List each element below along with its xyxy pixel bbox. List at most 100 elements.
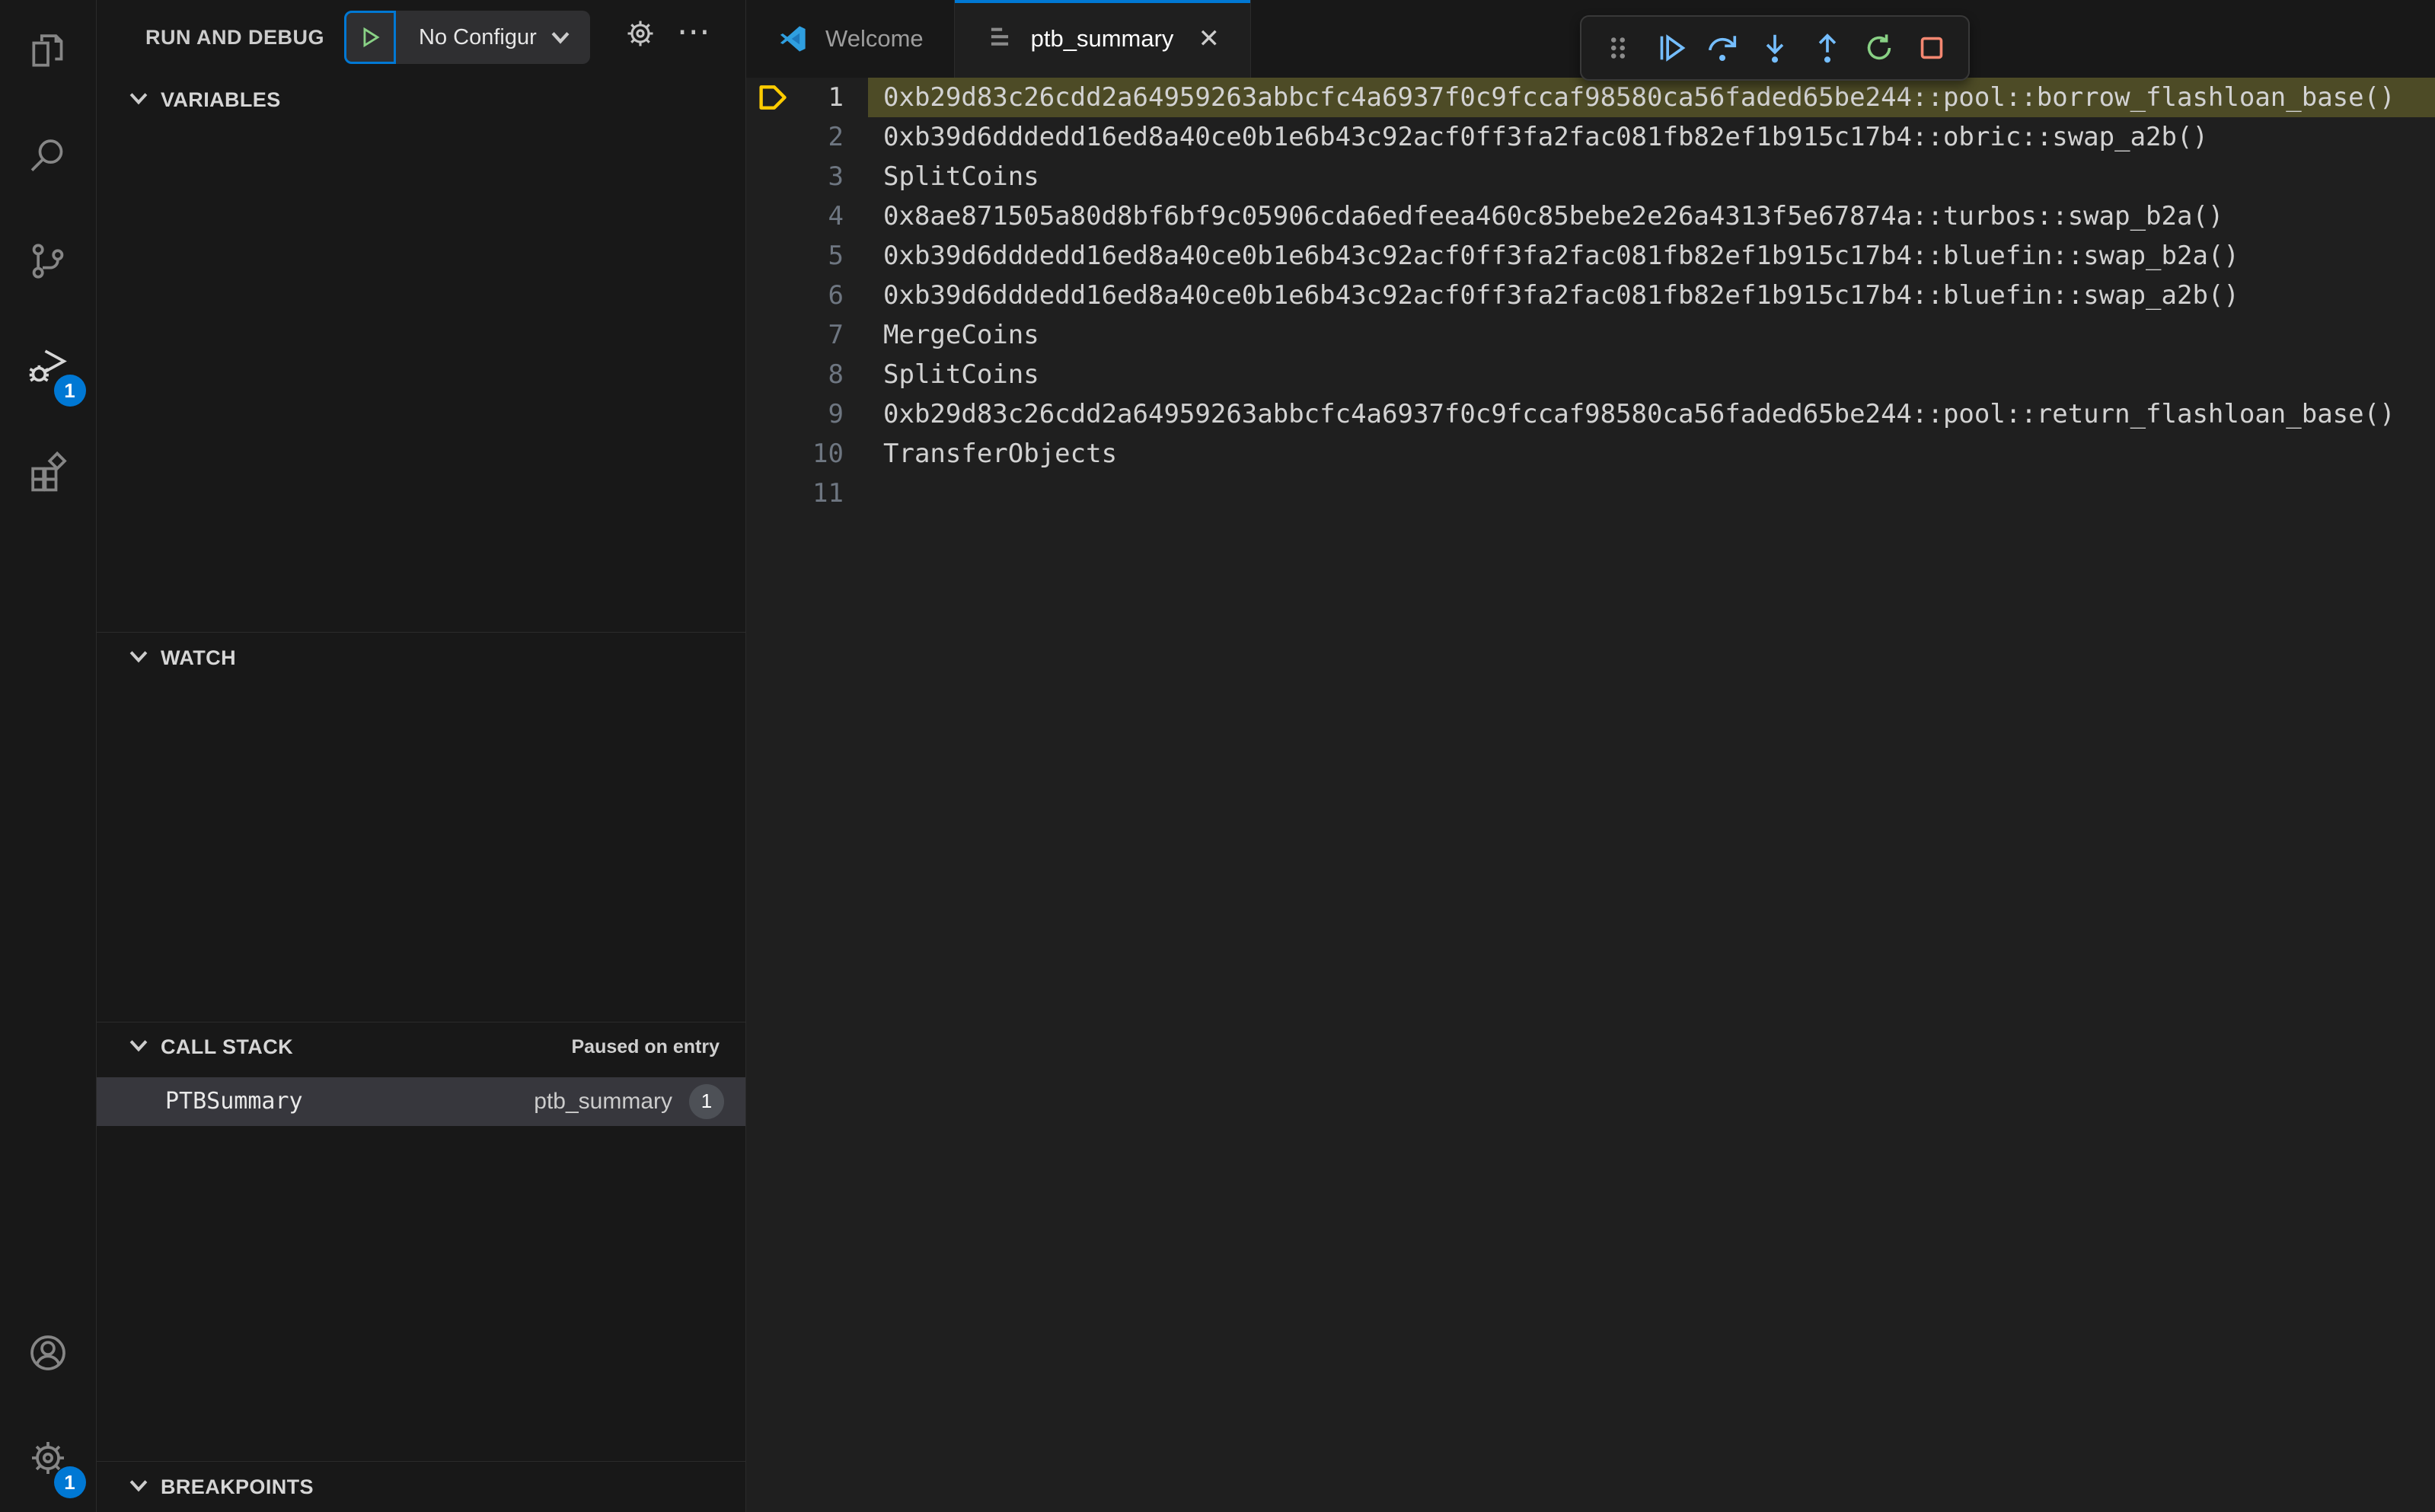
vscode-logo-icon [777, 23, 809, 55]
gutter[interactable]: 4 [746, 196, 868, 236]
accounts-button[interactable] [0, 1302, 97, 1407]
gutter[interactable]: 5 [746, 236, 868, 276]
list-file-icon [985, 23, 1014, 56]
launch-configuration-control: No Configur [344, 11, 590, 65]
code-line-7: 7 MergeCoins [746, 315, 2435, 355]
gutter[interactable]: 10 [746, 434, 868, 474]
tab-ptb-summary[interactable]: ptb_summary ✕ [954, 0, 1251, 78]
configuration-dropdown[interactable]: No Configur [396, 11, 590, 64]
code-line-10: 10 TransferObjects [746, 434, 2435, 474]
extensions-icon [27, 450, 69, 496]
sidebar-item-extensions[interactable] [0, 420, 97, 525]
watch-section: WATCH [97, 632, 745, 1022]
breakpoints-section: BREAKPOINTS [97, 1461, 745, 1512]
account-icon [27, 1332, 69, 1378]
more-actions-button[interactable]: ⋯ [677, 15, 710, 58]
code-line-text[interactable]: SplitCoins [868, 157, 2435, 196]
watch-section-header[interactable]: WATCH [97, 633, 745, 683]
gutter[interactable]: 9 [746, 394, 868, 434]
breakpoints-label: BREAKPOINTS [161, 1475, 314, 1498]
sidebar-item-search[interactable] [0, 105, 97, 210]
continue-button[interactable] [1648, 26, 1693, 70]
line-number: 9 [828, 399, 844, 429]
breakpoints-section-header[interactable]: BREAKPOINTS [97, 1462, 745, 1512]
configuration-dropdown-label: No Configur [419, 24, 537, 49]
play-icon [363, 27, 380, 48]
sidebar-item-explorer[interactable] [0, 0, 97, 105]
line-number: 3 [828, 161, 844, 192]
code-line-8: 8 SplitCoins [746, 355, 2435, 394]
close-icon[interactable]: ✕ [1198, 24, 1220, 54]
gutter[interactable]: 8 [746, 355, 868, 394]
gutter[interactable]: 1 [746, 78, 868, 117]
toolbar-drag-grip[interactable] [1596, 26, 1640, 70]
sidebar-item-run-and-debug[interactable]: 1 [0, 315, 97, 420]
line-number: 10 [812, 439, 844, 469]
step-out-button[interactable] [1805, 26, 1849, 70]
call-stack-section: CALL STACK Paused on entry PTBSummary pt… [97, 1021, 745, 1461]
tab-ptb-summary-label: ptb_summary [1030, 25, 1174, 52]
activity-bar: 1 1 [0, 0, 97, 1512]
chevron-down-icon [129, 1038, 148, 1056]
step-into-button[interactable] [1753, 26, 1797, 70]
search-icon [27, 135, 69, 181]
sidebar-item-source-control[interactable] [0, 210, 97, 315]
chevron-down-icon [129, 91, 148, 109]
restart-button[interactable] [1857, 26, 1901, 70]
line-number: 5 [828, 241, 844, 271]
call-stack-section-header[interactable]: CALL STACK Paused on entry [97, 1022, 745, 1073]
debug-count-badge: 1 [53, 375, 86, 407]
frame-line-badge: 1 [689, 1083, 724, 1119]
code-line-text[interactable]: 0xb39d6dddedd16ed8a40ce0b1e6b43c92acf0ff… [868, 117, 2435, 157]
gutter[interactable]: 11 [746, 474, 868, 513]
code-line-text[interactable]: 0xb39d6dddedd16ed8a40ce0b1e6b43c92acf0ff… [868, 236, 2435, 276]
line-number: 2 [828, 122, 844, 152]
call-stack-frame-row[interactable]: PTBSummary ptb_summary 1 [97, 1077, 745, 1126]
stop-button[interactable] [1910, 26, 1954, 70]
gutter[interactable]: 6 [746, 276, 868, 315]
code-line-9: 9 0xb29d83c26cdd2a64959263abbcfc4a6937f0… [746, 394, 2435, 434]
paused-status-text: Paused on entry [571, 1036, 720, 1058]
editor-group: Welcome ptb_summary ✕ 1 0xb29d83c26cdd2a… [746, 0, 2435, 1512]
tab-welcome-label: Welcome [825, 25, 924, 52]
gutter[interactable]: 7 [746, 315, 868, 355]
code-line-3: 3 SplitCoins [746, 157, 2435, 196]
code-line-text[interactable]: 0x8ae871505a80d8bf6bf9c05906cda6edfeea46… [868, 196, 2435, 236]
gear-icon [627, 21, 653, 46]
manage-button[interactable]: 1 [0, 1407, 97, 1512]
files-icon [27, 30, 69, 76]
activity-bar-bottom: 1 [0, 1302, 97, 1512]
vscode-window: 1 1 RUN AND DEBUG No Configur ⋯ VARIABLE… [0, 0, 2435, 1512]
sidebar-title: RUN AND DEBUG [145, 25, 324, 49]
code-editor: 1 0xb29d83c26cdd2a64959263abbcfc4a6937f0… [746, 78, 2435, 1512]
run-and-debug-sidebar: RUN AND DEBUG No Configur ⋯ VARIABLES WA… [97, 0, 746, 1512]
frame-meta: ptb_summary 1 [534, 1083, 724, 1119]
tab-welcome[interactable]: Welcome [746, 0, 955, 78]
code-line-11: 11 [746, 474, 2435, 513]
code-line-text[interactable]: MergeCoins [868, 315, 2435, 355]
start-debugging-button[interactable] [344, 11, 396, 65]
debug-settings-gear-button[interactable] [624, 17, 657, 58]
debug-current-line-arrow-icon [746, 78, 801, 117]
gutter[interactable]: 3 [746, 157, 868, 196]
variables-label: VARIABLES [161, 88, 281, 112]
source-control-icon [27, 240, 69, 286]
line-number: 4 [828, 201, 844, 231]
code-line-text[interactable] [868, 474, 2435, 513]
step-over-button[interactable] [1700, 26, 1744, 70]
debug-toolbar [1580, 15, 1970, 81]
code-line-text[interactable]: SplitCoins [868, 355, 2435, 394]
gutter[interactable]: 2 [746, 117, 868, 157]
activity-bar-top: 1 [0, 0, 97, 525]
code-line-text[interactable]: TransferObjects [868, 434, 2435, 474]
line-number: 6 [828, 280, 844, 311]
frame-source-file: ptb_summary [534, 1088, 672, 1114]
chevron-down-icon [551, 25, 570, 50]
code-line-text[interactable]: 0xb29d83c26cdd2a64959263abbcfc4a6937f0c9… [868, 394, 2435, 434]
chevron-down-icon [129, 1479, 148, 1496]
line-number: 7 [828, 320, 844, 350]
code-line-text[interactable]: 0xb29d83c26cdd2a64959263abbcfc4a6937f0c9… [868, 78, 2435, 117]
variables-section-header[interactable]: VARIABLES [97, 75, 745, 126]
code-line-text[interactable]: 0xb39d6dddedd16ed8a40ce0b1e6b43c92acf0ff… [868, 276, 2435, 315]
code-line-2: 2 0xb39d6dddedd16ed8a40ce0b1e6b43c92acf0… [746, 117, 2435, 157]
